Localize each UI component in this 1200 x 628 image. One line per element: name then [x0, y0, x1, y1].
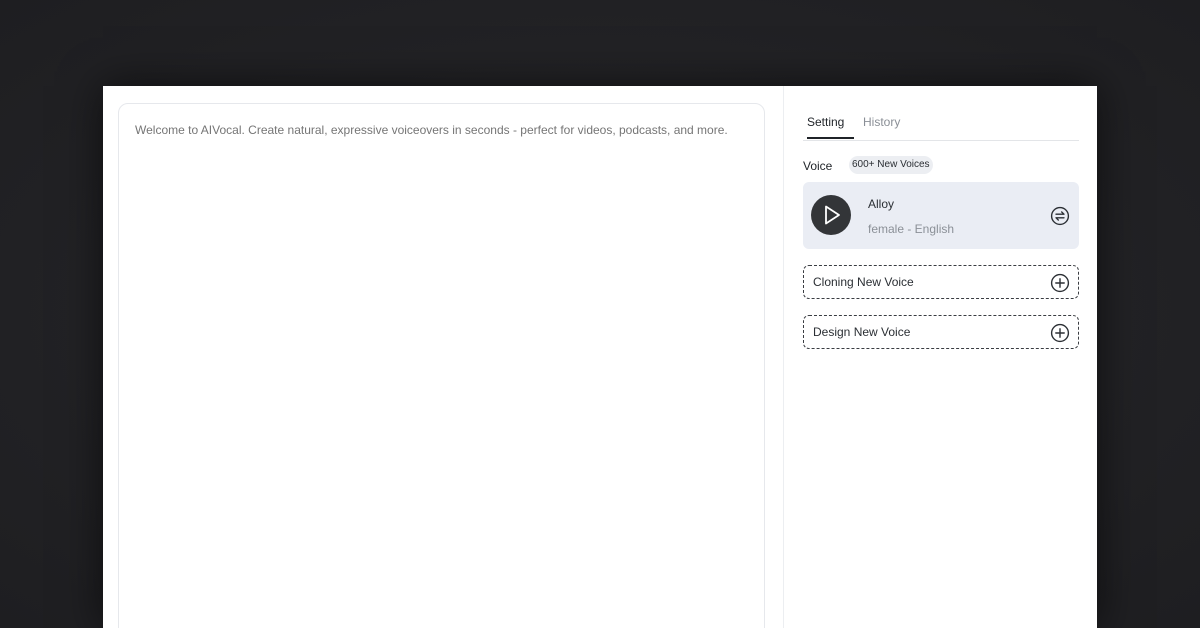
cloning-new-voice-label: Cloning New Voice — [813, 275, 914, 289]
design-new-voice-button[interactable]: Design New Voice — [803, 315, 1079, 349]
app-window: Setting History Voice 600+ New Voices Al… — [103, 86, 1097, 628]
panel-divider — [783, 86, 784, 628]
voice-name: Alloy — [868, 197, 895, 211]
text-editor-pane[interactable] — [118, 103, 765, 628]
active-tab-indicator — [807, 137, 854, 139]
tab-history[interactable]: History — [863, 114, 900, 130]
selected-voice-card[interactable]: Alloy female - English — [803, 182, 1079, 249]
play-voice-button[interactable] — [811, 195, 851, 235]
cloning-new-voice-button[interactable]: Cloning New Voice — [803, 265, 1079, 299]
swap-icon — [1050, 206, 1070, 226]
voice-gender-language: female - English — [868, 222, 955, 236]
tab-setting[interactable]: Setting — [807, 114, 844, 130]
change-voice-button[interactable] — [1050, 206, 1070, 226]
voice-section-label: Voice — [803, 159, 833, 173]
new-voices-badge: 600+ New Voices — [849, 156, 933, 174]
script-text-input[interactable] — [135, 122, 745, 138]
sidebar-tabs: Setting History — [803, 86, 1079, 141]
settings-sidebar: Setting History Voice 600+ New Voices Al… — [803, 86, 1079, 628]
design-new-voice-label: Design New Voice — [813, 325, 911, 339]
plus-circle-icon — [1050, 323, 1070, 343]
plus-circle-icon — [1050, 273, 1070, 293]
play-icon — [825, 205, 840, 225]
